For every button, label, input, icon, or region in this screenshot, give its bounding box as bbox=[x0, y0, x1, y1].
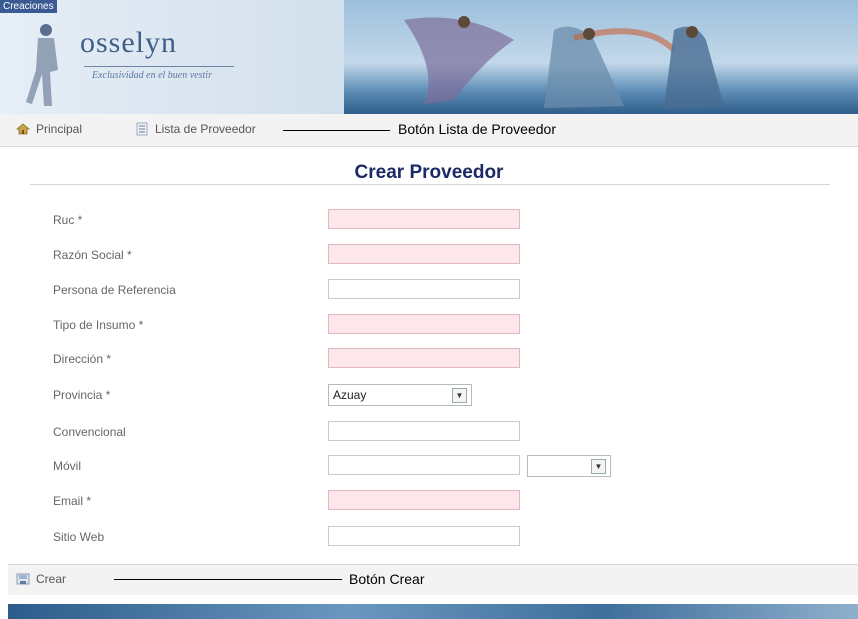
page-title: Crear Proveedor bbox=[354, 162, 504, 183]
field-label: Email * bbox=[53, 494, 92, 508]
logo-tagline: Exclusividad en el buen vestir bbox=[92, 70, 212, 81]
form-row-razon-social: Razón Social * bbox=[0, 244, 858, 266]
sitio-web-input[interactable] bbox=[328, 526, 520, 546]
field-label: Provincia * bbox=[53, 388, 111, 402]
list-icon bbox=[136, 122, 148, 136]
email-input[interactable] bbox=[328, 490, 520, 510]
banner-image bbox=[344, 0, 858, 114]
chevron-down-icon: ▼ bbox=[452, 388, 467, 403]
save-icon bbox=[16, 573, 30, 585]
nav-principal[interactable]: Principal bbox=[16, 122, 82, 136]
nav-lista-proveedor-label: Lista de Proveedor bbox=[155, 122, 256, 136]
direccion-input[interactable] bbox=[328, 348, 520, 368]
form-row-ruc: Ruc * bbox=[0, 209, 858, 231]
razon-social-input[interactable] bbox=[328, 244, 520, 264]
field-label: Ruc * bbox=[53, 213, 83, 227]
convencional-input[interactable] bbox=[328, 421, 520, 441]
annotation-arrow-line bbox=[283, 130, 390, 131]
form-row-persona-referencia: Persona de Referencia bbox=[0, 279, 858, 301]
movil-operator-select[interactable]: ▼ bbox=[527, 455, 611, 477]
title-divider bbox=[30, 184, 830, 185]
form-row-sitio-web: Sitio Web bbox=[0, 526, 858, 548]
form-row-movil: Móvil ▼ bbox=[0, 455, 858, 477]
logo-badge: Creaciones bbox=[0, 0, 57, 13]
nav-lista-proveedor[interactable]: Lista de Proveedor bbox=[135, 122, 256, 136]
form-row-direccion: Dirección * bbox=[0, 348, 858, 370]
home-icon bbox=[16, 123, 30, 135]
field-label: Dirección * bbox=[53, 352, 112, 366]
annotation-lista-proveedor: Botón Lista de Proveedor bbox=[398, 121, 556, 137]
annotation-crear: Botón Crear bbox=[349, 571, 425, 587]
tipo-insumo-input[interactable] bbox=[328, 314, 520, 334]
provincia-select[interactable]: Azuay ▼ bbox=[328, 384, 472, 406]
ruc-input[interactable] bbox=[328, 209, 520, 229]
fashion-figure-icon bbox=[26, 24, 58, 106]
field-label: Móvil bbox=[53, 459, 82, 473]
persona-referencia-input[interactable] bbox=[328, 279, 520, 299]
chevron-down-icon: ▼ bbox=[591, 459, 606, 474]
crear-button-label: Crear bbox=[36, 572, 67, 586]
logo-word: osselyn bbox=[80, 26, 177, 59]
nav-principal-label: Principal bbox=[36, 122, 83, 136]
crear-button[interactable]: Crear bbox=[16, 572, 66, 586]
bottom-banner bbox=[8, 604, 858, 619]
action-bar: Crear Botón Crear bbox=[8, 564, 858, 595]
form-row-tipo-insumo: Tipo de Insumo * bbox=[0, 314, 858, 336]
form-row-provincia: Provincia * Azuay ▼ bbox=[0, 384, 858, 406]
field-label: Convencional bbox=[53, 425, 126, 439]
nav-bar: Principal Lista de Proveedor Botón Lista… bbox=[0, 114, 858, 147]
annotation-arrow-line bbox=[114, 579, 342, 580]
header-banner: Creaciones osselyn Exclusividad en el bu… bbox=[0, 0, 858, 114]
logo: Creaciones osselyn Exclusividad en el bu… bbox=[0, 0, 344, 114]
form-row-email: Email * bbox=[0, 490, 858, 512]
field-label: Persona de Referencia bbox=[53, 283, 176, 297]
provincia-selected-value: Azuay bbox=[333, 388, 367, 402]
field-label: Tipo de Insumo * bbox=[53, 318, 144, 332]
field-label: Sitio Web bbox=[53, 530, 105, 544]
form-row-convencional: Convencional bbox=[0, 421, 858, 443]
field-label: Razón Social * bbox=[53, 248, 132, 262]
logo-divider bbox=[84, 66, 234, 67]
movil-input[interactable] bbox=[328, 455, 520, 475]
